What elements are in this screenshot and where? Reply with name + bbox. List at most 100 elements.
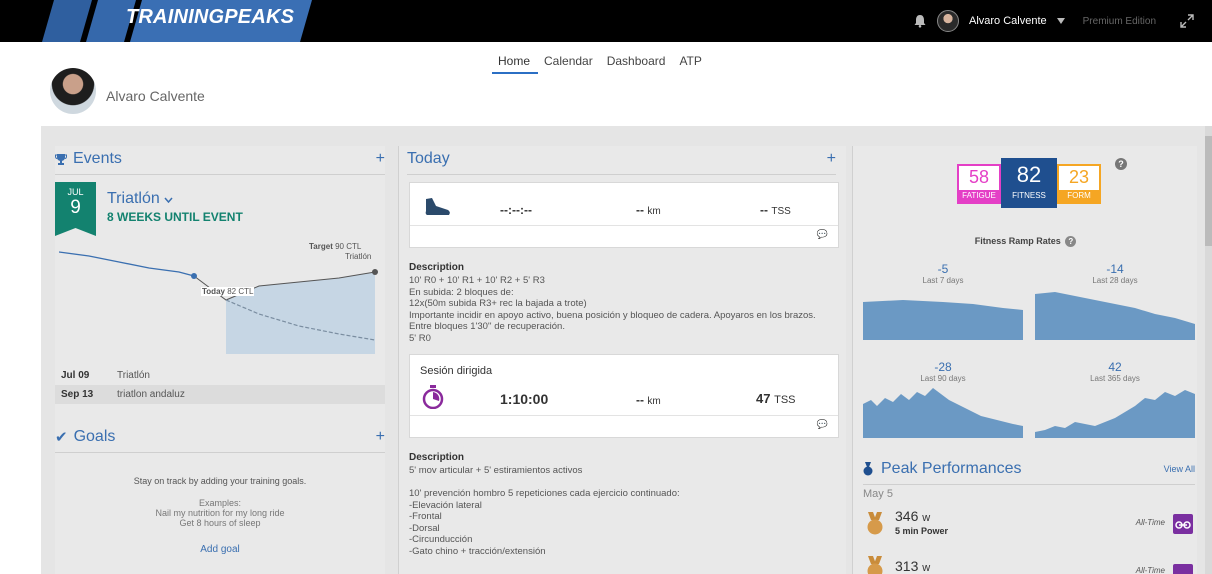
trainingpeaks-logo[interactable]: TRAININGPEAKS [126, 6, 294, 29]
description-line: 5' R0 [409, 332, 431, 344]
goals-message: Stay on track by adding your training go… [133, 476, 307, 486]
peak-number: 313 [895, 558, 919, 574]
ramp-365-days: 42 Last 365 days [1035, 360, 1195, 383]
profile-avatar[interactable] [50, 68, 96, 114]
nav-atp[interactable]: ATP [673, 54, 709, 74]
nav-home[interactable]: Home [492, 54, 539, 74]
peak-row[interactable]: 313 w All-Time [863, 552, 1195, 574]
description-line: -Frontal [409, 511, 442, 522]
add-workout-button[interactable]: + [827, 150, 836, 168]
fitness-metric[interactable]: 82 FITNESS [1001, 158, 1057, 208]
tss-unit: TSS [774, 394, 796, 406]
nav-dashboard[interactable]: Dashboard [601, 54, 674, 74]
workout-distance: -- km [636, 203, 661, 217]
event-list-row[interactable]: Sep 13 triatlon andaluz [55, 385, 385, 404]
tss-value: 47 [756, 391, 771, 406]
ramp-value: -28 [934, 360, 952, 374]
form-label: FORM [1059, 190, 1099, 202]
edition-label: Premium Edition [1082, 15, 1156, 27]
add-goal-link[interactable]: Add goal [55, 544, 385, 555]
help-icon[interactable]: ? [1115, 158, 1127, 170]
notification-bell-icon[interactable] [913, 14, 927, 28]
middle-column: Today + --:--:-- -- km -- TSS 💬 Descript… [398, 146, 846, 574]
ramp-28-days: -14 Last 28 days [1035, 262, 1195, 285]
ramp-7-days: -5 Last 7 days [863, 262, 1023, 285]
comment-icon[interactable]: 💬 [817, 229, 828, 240]
event-name-text: Triatlón [107, 190, 160, 207]
distance-unit: km [647, 396, 661, 407]
peak-title: Peak Performances [881, 460, 1022, 477]
scrollbar-thumb[interactable] [1205, 136, 1212, 246]
nav-calendar[interactable]: Calendar [538, 54, 601, 74]
chevron-down-icon[interactable] [1056, 18, 1065, 24]
today-title: Today [407, 150, 450, 167]
workout-card-session[interactable]: Sesión dirigida 1:10:00 -- km 47 TSS 💬 [409, 354, 839, 438]
goals-title: Goals [73, 428, 116, 445]
target-value: 90 CTL [335, 242, 362, 251]
chevron-down-icon[interactable] [164, 197, 173, 204]
peak-date: May 5 [863, 488, 893, 500]
comment-icon[interactable]: 💬 [817, 419, 828, 430]
checkmark-icon: ✔ [55, 429, 68, 446]
bike-icon [1173, 564, 1193, 574]
view-all-link[interactable]: View All [1164, 464, 1195, 474]
goals-examples-title: Examples: [198, 498, 242, 508]
form-value: 23 [1068, 167, 1090, 187]
ramp-value: -14 [1106, 262, 1124, 276]
events-header: Events + [55, 146, 385, 175]
event-name[interactable]: Triatlón [107, 190, 173, 208]
event-date: Sep 13 [61, 389, 94, 400]
events-title: Events [73, 150, 122, 167]
ramp-chart-90-days [863, 388, 1023, 438]
fatigue-label: FATIGUE [959, 190, 999, 202]
workout-duration: --:--:-- [500, 203, 532, 217]
stopwatch-icon [422, 385, 444, 409]
user-area: Alvaro Calvente Premium Edition [913, 0, 1194, 42]
workout-tss: -- TSS [760, 203, 791, 217]
peak-row[interactable]: 346 w 5 min Power All-Time [863, 508, 1195, 544]
ramp-90-days: -28 Last 90 days [863, 360, 1023, 383]
bike-icon [1173, 514, 1193, 534]
expand-icon[interactable] [1180, 14, 1194, 28]
peak-desc: 5 min Power [895, 526, 949, 536]
ramp-rates-title: Fitness Ramp Rates ? [853, 236, 1198, 247]
today-ctl-label: Today 82 CTL [201, 287, 255, 296]
workout-distance: -- km [636, 393, 661, 407]
form-metric[interactable]: 23 FORM [1057, 164, 1101, 204]
event-list-name: triatlon andaluz [117, 389, 185, 400]
projection-area [226, 272, 375, 354]
target-prefix: Target [309, 242, 333, 251]
description-line: -Elevación lateral [409, 499, 482, 511]
help-icon[interactable]: ? [1065, 236, 1077, 247]
today-value: 82 CTL [227, 287, 254, 296]
run-shoe-icon [425, 198, 450, 215]
fatigue-metric[interactable]: 58 FATIGUE [957, 164, 1001, 204]
ramp-title-text: Fitness Ramp Rates [974, 236, 1061, 246]
today-point [191, 273, 197, 279]
description-line [409, 477, 680, 489]
event-date: Jul 09 [61, 370, 90, 381]
description-line: 12x(50m subida R3+ rec la bajada a trote… [409, 298, 587, 309]
add-goal-plus-button[interactable]: + [376, 428, 385, 446]
description-title: Description [409, 452, 465, 463]
target-point [372, 269, 378, 275]
distance-value: -- [636, 203, 644, 217]
user-avatar-small[interactable] [936, 10, 959, 32]
workout-description: Description 10' R0 + 10' R1 + 10' R2 + 5… [409, 262, 816, 344]
ramp-chart-365-days [1035, 390, 1195, 438]
user-menu[interactable]: Alvaro Calvente [969, 15, 1047, 27]
fitness-label: FITNESS [1003, 190, 1055, 202]
profile-name: Alvaro Calvente [106, 88, 205, 104]
fatigue-value: 58 [968, 167, 990, 187]
ctl-projection-chart [59, 251, 378, 354]
description-line: 10' R0 + 10' R1 + 10' R2 + 5' R3 [409, 275, 545, 286]
ramp-value: -5 [937, 262, 949, 276]
event-list-row[interactable]: Jul 09 Triatlón [55, 366, 385, 385]
today-label: Today [202, 287, 225, 296]
distance-unit: km [647, 206, 661, 217]
fitness-value: 82 [1016, 162, 1042, 187]
peak-unit: w [922, 562, 931, 574]
add-event-button[interactable]: + [376, 150, 385, 168]
workout-card-run[interactable]: --:--:-- -- km -- TSS 💬 [409, 182, 839, 248]
description-line: 10' prevención hombro 5 repeticiones cad… [409, 488, 680, 499]
